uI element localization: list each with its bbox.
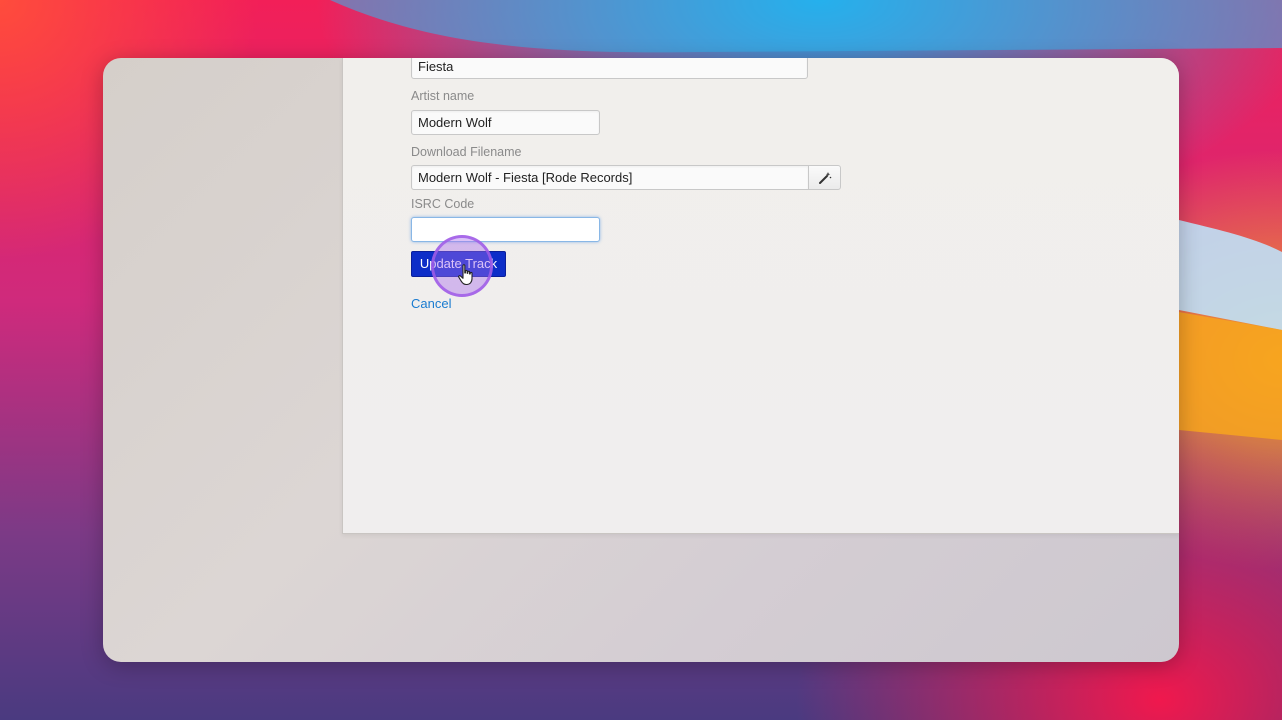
artist-name-input[interactable] [411,110,600,135]
cancel-link[interactable]: Cancel [411,296,451,311]
generate-filename-button[interactable] [808,165,841,190]
track-title-input[interactable] [411,58,808,79]
hand-pointer-icon [458,264,473,286]
app-window: Artist name Download Filename ISRC Code … [103,58,1179,662]
download-filename-label: Download Filename [411,145,522,159]
artist-name-label: Artist name [411,89,475,103]
edit-track-form: Artist name Download Filename ISRC Code … [342,58,1179,534]
magic-wand-icon [818,171,831,184]
isrc-code-label: ISRC Code [411,197,475,211]
isrc-code-input[interactable] [411,217,600,242]
download-filename-input[interactable] [411,165,809,190]
